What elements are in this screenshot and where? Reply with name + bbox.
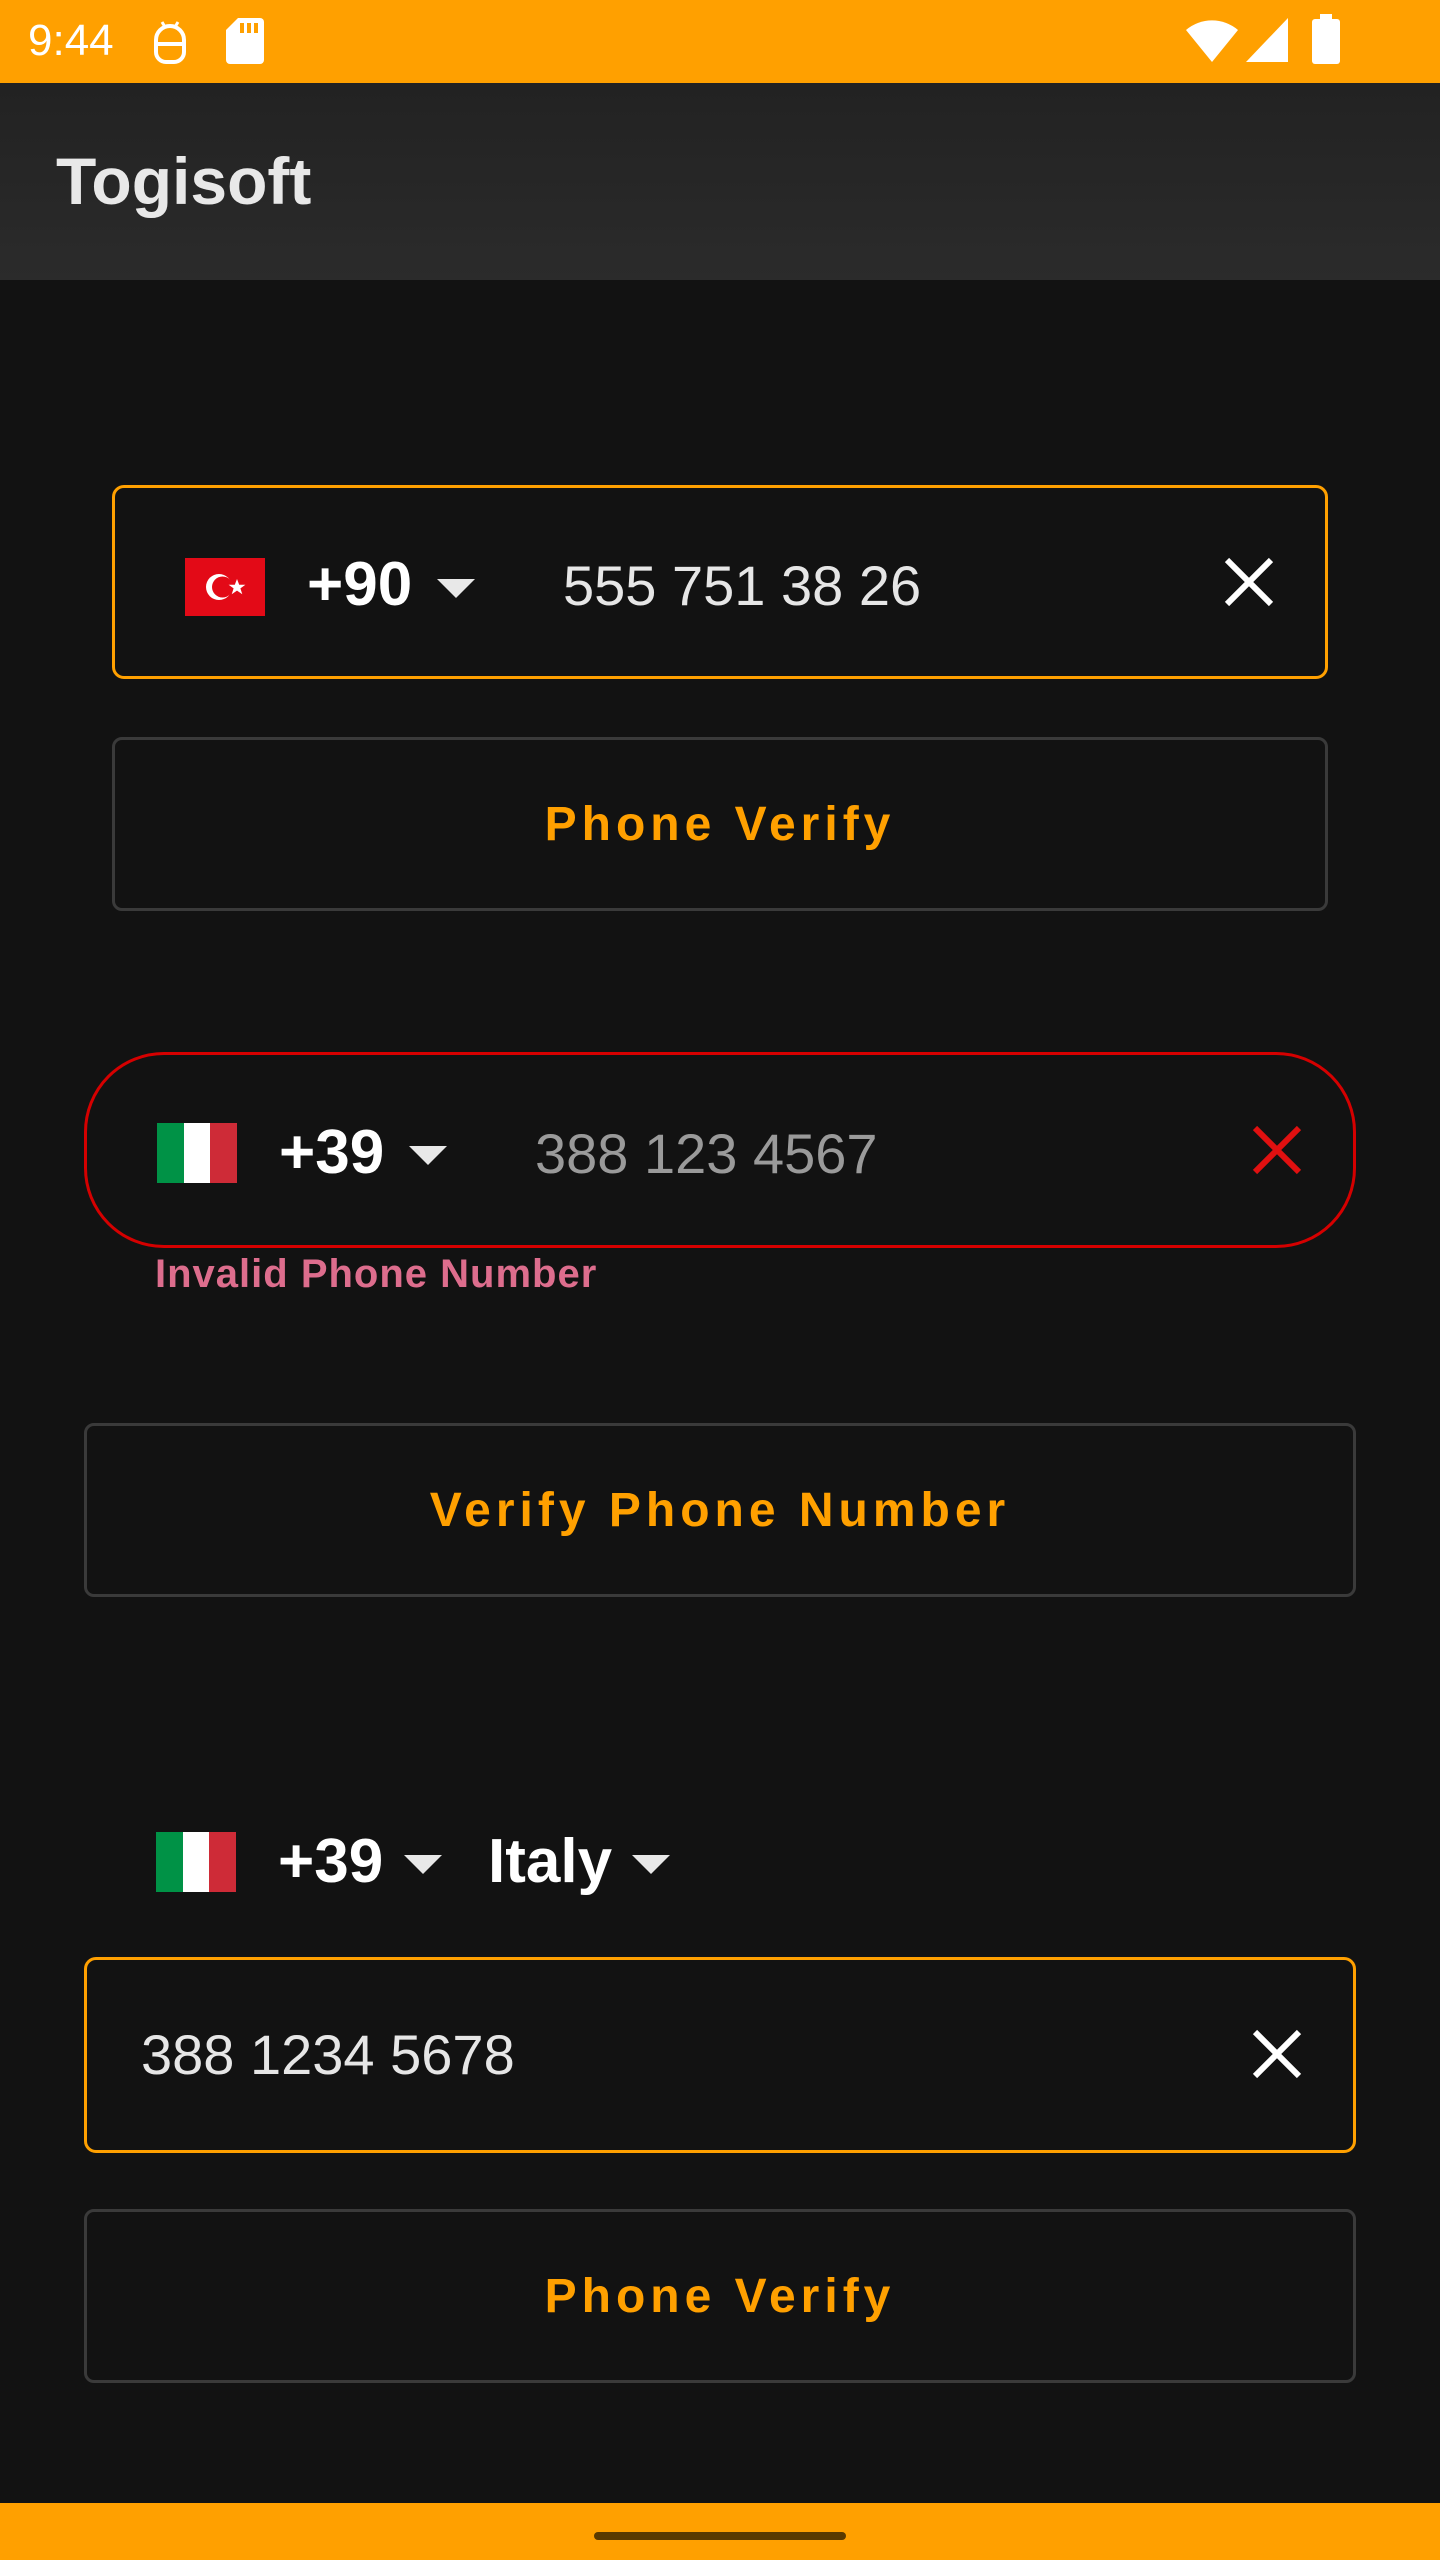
error-message: Invalid Phone Number — [155, 1252, 598, 1296]
status-bar: 9:44 — [0, 0, 1440, 83]
chevron-down-icon[interactable] — [404, 1855, 442, 1874]
phone-number-input[interactable]: 555 751 38 26 — [563, 553, 921, 619]
chevron-down-icon[interactable] — [632, 1855, 670, 1874]
phone-verify-button[interactable]: Phone Verify — [112, 737, 1328, 911]
clear-icon[interactable] — [1249, 2026, 1305, 2082]
signal-icon — [1246, 18, 1288, 62]
app-title: Togisoft — [56, 144, 312, 218]
phone-input-field-plain[interactable]: 388 1234 5678 — [84, 1957, 1356, 2153]
phone-input-field-italy-error[interactable]: +39 388 123 4567 — [84, 1052, 1356, 1248]
country-code-selector[interactable]: +39 — [279, 1118, 384, 1188]
italy-flag-icon — [156, 1832, 236, 1892]
verify-phone-number-button[interactable]: Verify Phone Number — [84, 1423, 1356, 1597]
phone-input-field-turkey[interactable]: +90 555 751 38 26 — [112, 485, 1328, 679]
country-name-selector[interactable]: Italy — [488, 1827, 612, 1897]
wifi-icon — [1186, 20, 1238, 62]
phone-number-input[interactable]: 388 1234 5678 — [141, 2022, 515, 2088]
status-time: 9:44 — [28, 16, 114, 65]
chevron-down-icon[interactable] — [409, 1146, 447, 1165]
battery-icon — [1312, 14, 1340, 64]
phone-verify-button[interactable]: Phone Verify — [84, 2209, 1356, 2383]
android-debug-icon — [154, 21, 186, 64]
sd-card-icon — [226, 18, 264, 64]
country-code-selector[interactable]: +39 — [278, 1827, 383, 1897]
turkey-flag-icon — [185, 558, 265, 616]
home-gesture-handle[interactable] — [594, 2532, 846, 2540]
phone-number-input[interactable]: 388 123 4567 — [535, 1121, 878, 1187]
italy-flag-icon — [157, 1123, 237, 1183]
clear-icon[interactable] — [1221, 554, 1277, 610]
chevron-down-icon[interactable] — [437, 579, 475, 598]
error-clear-icon[interactable] — [1249, 1122, 1305, 1178]
app-bar: Togisoft — [0, 83, 1440, 280]
country-code-selector[interactable]: +90 — [307, 550, 412, 620]
